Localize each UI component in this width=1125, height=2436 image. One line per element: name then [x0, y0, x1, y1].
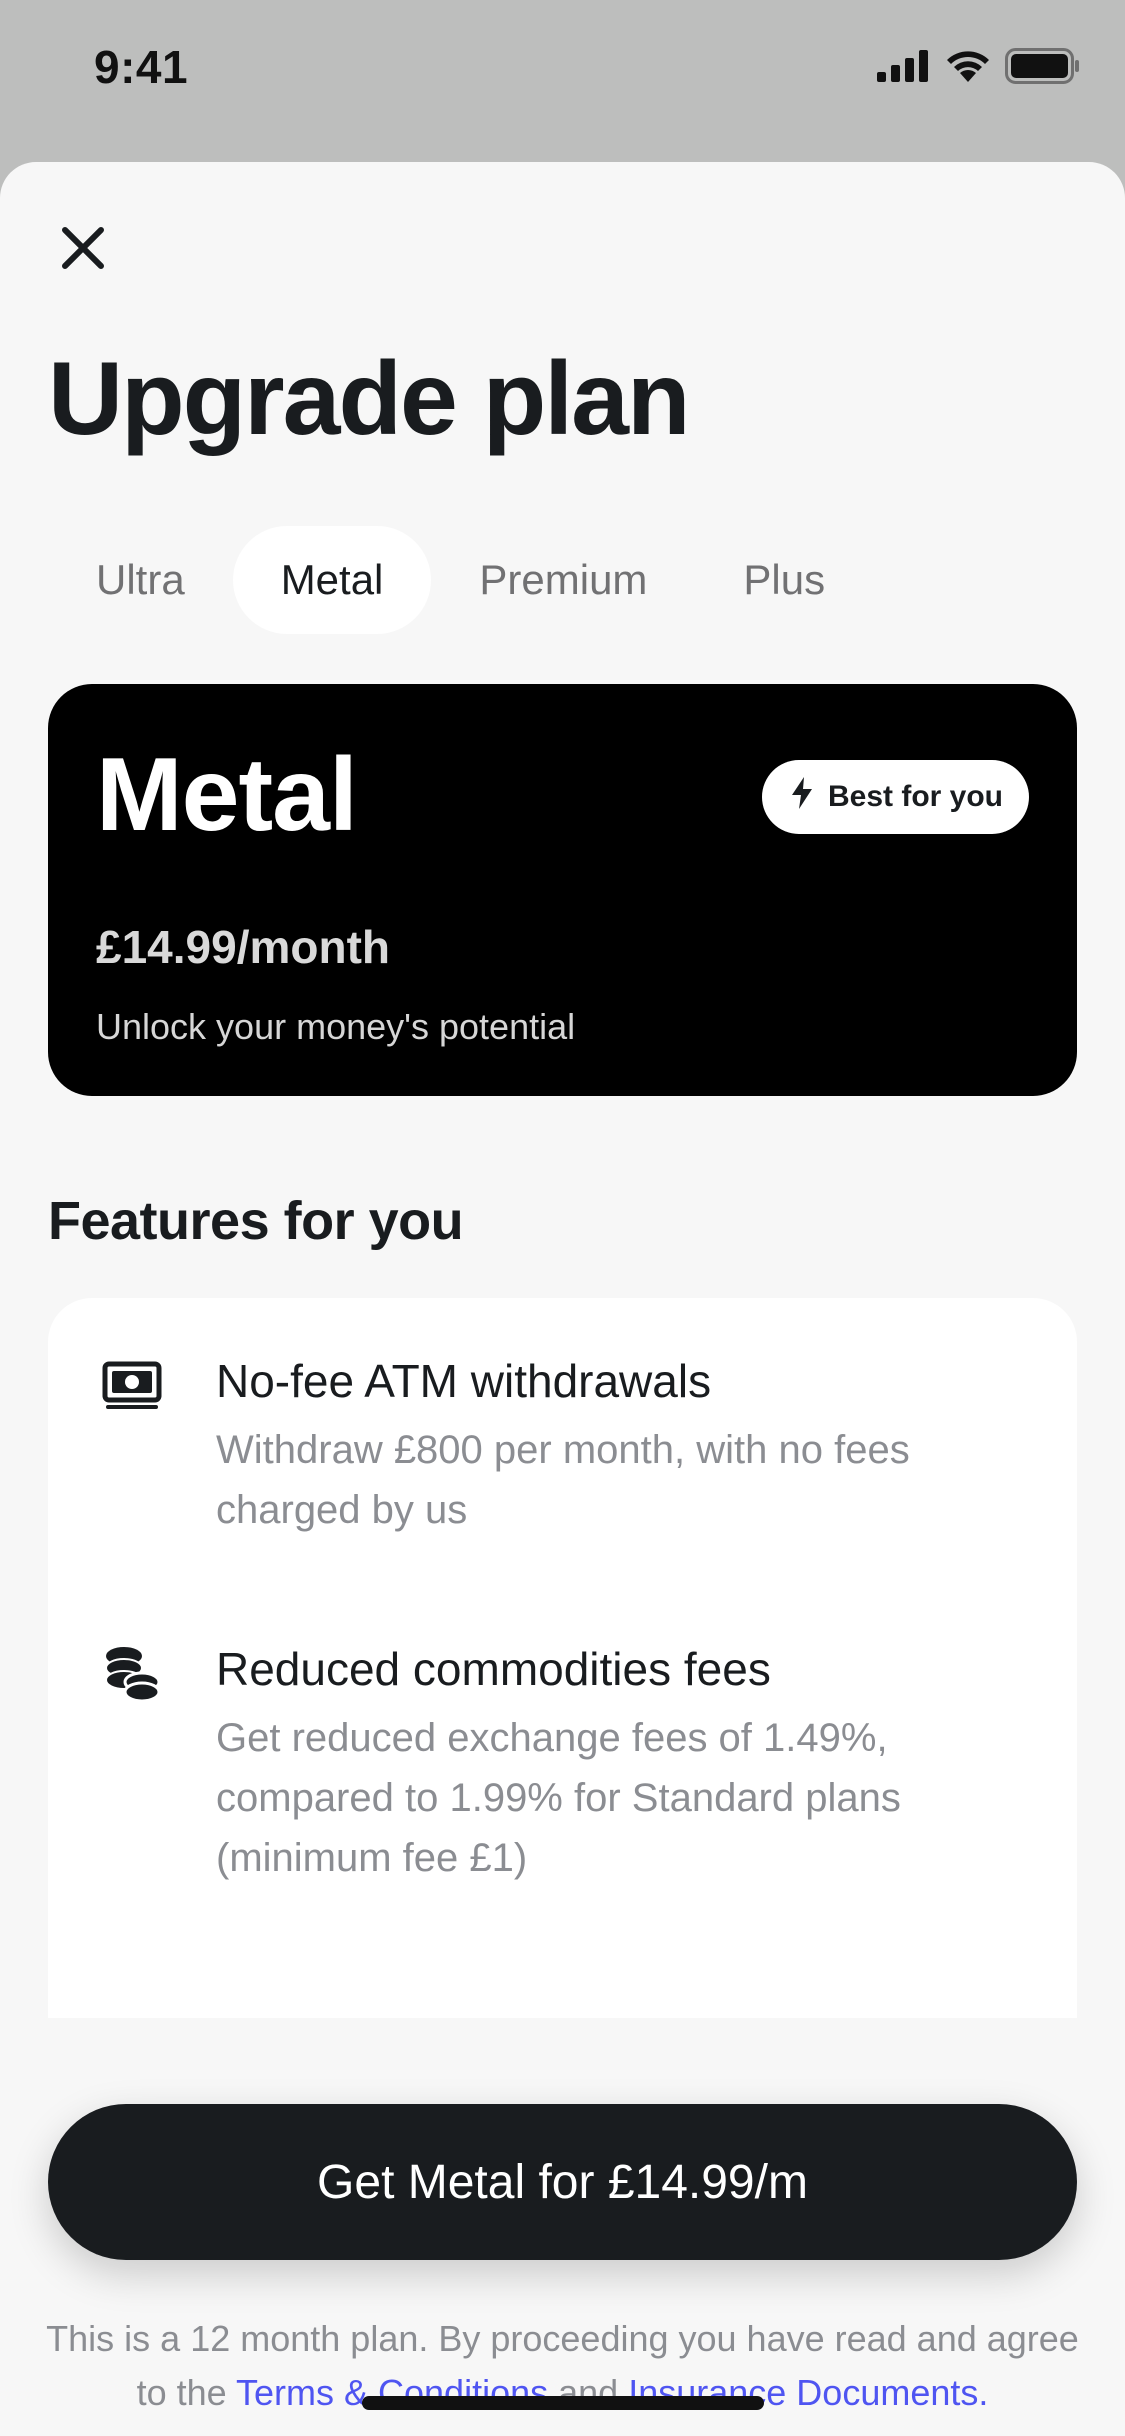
get-metal-button[interactable]: Get Metal for £14.99/m [48, 2104, 1077, 2260]
features-section-title: Features for you [48, 1191, 464, 1251]
battery-icon [1005, 47, 1081, 89]
disclaimer-period: . [978, 2372, 989, 2413]
feature-description: Get reduced exchange fees of 1.49%, comp… [216, 1716, 901, 1880]
status-bar: 9:41 [0, 0, 1125, 140]
feature-title: Reduced commodities fees [216, 1643, 771, 1695]
upgrade-sheet: Upgrade plan Ultra Metal Premium Plus Me… [0, 162, 1125, 2436]
close-icon [61, 226, 105, 275]
feature-description: Withdraw £800 per month, with no fees ch… [216, 1428, 910, 1532]
plan-price: £14.99/month [96, 921, 390, 973]
plan-card: Metal Best for you £14.99/month Unlock y… [48, 684, 1077, 1096]
plan-tagline: Unlock your money's potential [96, 1006, 576, 1047]
cash-note-icon [100, 1354, 164, 1418]
tab-ultra[interactable]: Ultra [48, 526, 233, 634]
home-indicator [362, 2396, 764, 2410]
tab-metal[interactable]: Metal [232, 526, 432, 634]
tab-plus[interactable]: Plus [695, 526, 873, 634]
status-time: 9:41 [94, 41, 189, 93]
coins-stack-icon [100, 1642, 164, 1706]
page-title: Upgrade plan [48, 341, 691, 457]
wifi-icon [945, 49, 991, 88]
features-list: No-fee ATM withdrawals Withdraw £800 per… [48, 1298, 1077, 2018]
best-for-you-badge: Best for you [761, 760, 1029, 834]
plan-tabs: Ultra Metal Premium Plus [48, 526, 873, 634]
lightning-icon [790, 777, 814, 817]
tab-premium[interactable]: Premium [431, 526, 695, 634]
feature-title: No-fee ATM withdrawals [216, 1355, 712, 1407]
signal-icon [877, 49, 931, 87]
close-button[interactable] [50, 217, 116, 283]
status-icons [877, 47, 1081, 89]
badge-label: Best for you [827, 780, 1003, 813]
plan-name: Metal [96, 737, 358, 853]
